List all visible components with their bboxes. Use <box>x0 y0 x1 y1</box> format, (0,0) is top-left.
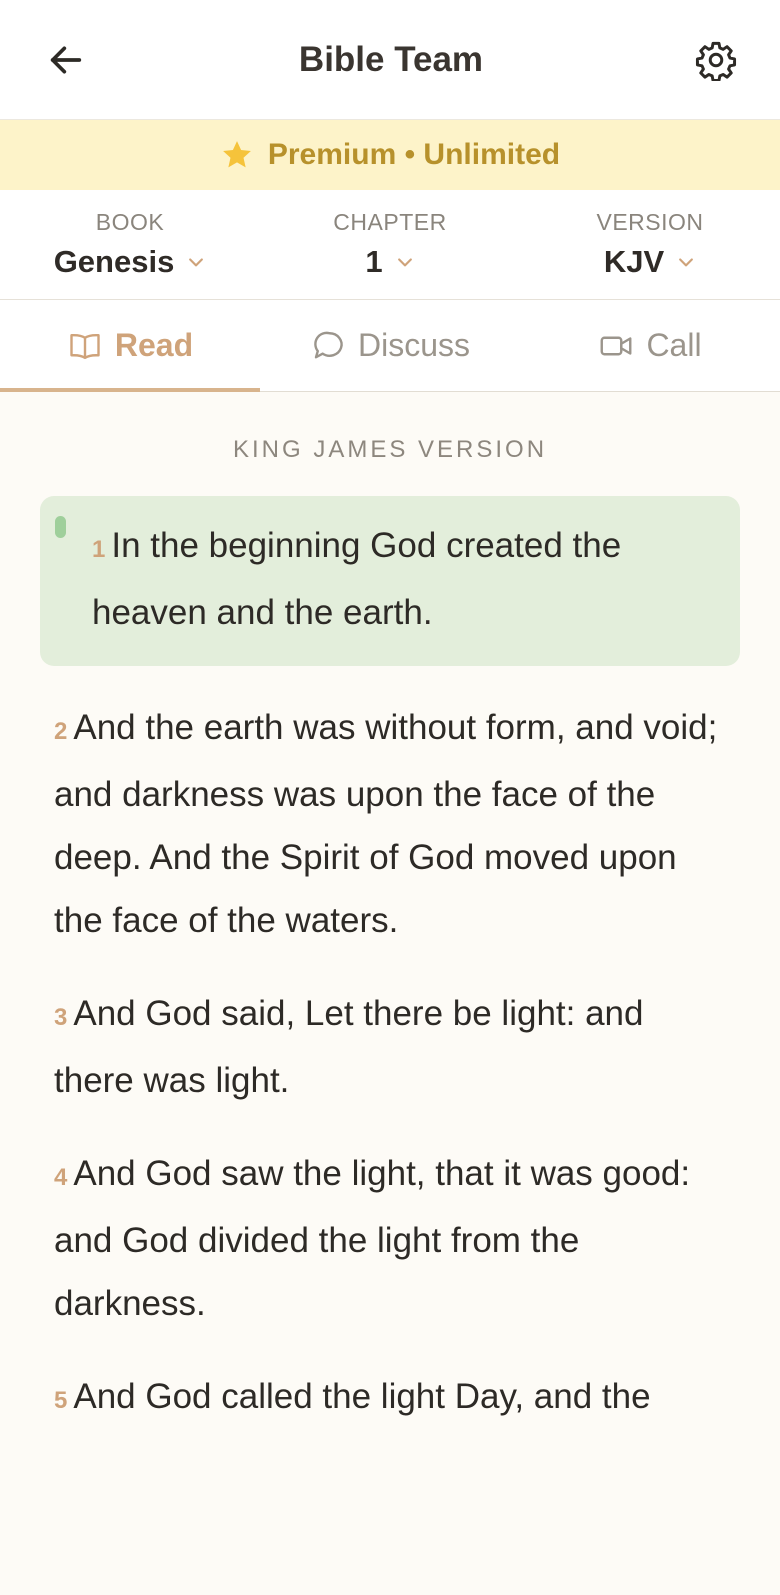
book-value: Genesis <box>53 244 175 279</box>
verse-1[interactable]: 1 In the beginning God created the heaven… <box>40 496 740 666</box>
verse-text: And the earth was without form, and void… <box>54 708 718 940</box>
chapter-selector[interactable]: CHAPTER 1 <box>260 190 520 299</box>
verse-2[interactable]: 2 And the earth was without form, and voi… <box>40 696 740 952</box>
star-icon <box>222 141 251 168</box>
chapter-label: CHAPTER <box>333 209 447 235</box>
verse-text: And God saw the light, that it was good:… <box>54 1154 691 1323</box>
arrow-left-icon <box>50 46 82 73</box>
highlight-marker <box>55 516 66 538</box>
verse-4[interactable]: 4 And God saw the light, that it was good… <box>40 1142 740 1335</box>
tab-read-label: Read <box>114 327 194 363</box>
tab-call-label: Call <box>646 327 702 363</box>
reading-pane: KING JAMES VERSION 1 In the beginning God… <box>0 436 780 1432</box>
verse-3[interactable]: 3 And God said, Let there be light: and t… <box>40 982 740 1112</box>
verse-number: 5 <box>54 1387 68 1414</box>
tab-read[interactable]: Read <box>0 300 260 392</box>
passage-selectors: BOOK Genesis CHAPTER 1 VERSION KJV <box>0 190 780 300</box>
chat-bubble-icon <box>314 331 343 358</box>
video-camera-icon <box>600 336 632 355</box>
book-label: BOOK <box>95 209 165 235</box>
premium-label: Premium • Unlimited <box>267 138 561 171</box>
verse-text: And God said, Let there be light: and th… <box>54 994 644 1100</box>
verse-text: And God called the light Day, and the <box>73 1377 651 1416</box>
chevron-down-icon <box>397 258 412 267</box>
tab-discuss[interactable]: Discuss <box>260 300 520 391</box>
verse-number: 3 <box>54 1004 68 1031</box>
premium-banner: Premium • Unlimited <box>0 120 780 190</box>
verse-number: 4 <box>54 1164 68 1191</box>
chapter-value: 1 <box>365 244 383 279</box>
version-heading: KING JAMES VERSION <box>232 436 548 463</box>
verse-text: In the beginning God created the heaven … <box>92 526 622 632</box>
verse-number: 1 <box>92 536 106 563</box>
chevron-down-icon <box>679 258 694 267</box>
book-icon <box>70 333 100 359</box>
back-button[interactable] <box>42 36 90 84</box>
chevron-down-icon <box>189 258 204 267</box>
version-selector[interactable]: VERSION KJV <box>520 190 780 299</box>
app-header: Bible Team <box>0 0 780 120</box>
tab-call[interactable]: Call <box>520 300 780 391</box>
tab-bar: Read Discuss Call <box>0 300 780 392</box>
verse-5[interactable]: 5 And God called the light Day, and the <box>40 1365 740 1432</box>
version-label: VERSION <box>596 209 704 235</box>
version-value: KJV <box>603 244 665 279</box>
tab-discuss-label: Discuss <box>357 327 470 363</box>
settings-button[interactable] <box>692 36 740 84</box>
gear-icon <box>695 41 737 81</box>
page-title: Bible Team <box>298 39 484 79</box>
verse-number: 2 <box>54 718 68 745</box>
book-selector[interactable]: BOOK Genesis <box>0 190 260 299</box>
